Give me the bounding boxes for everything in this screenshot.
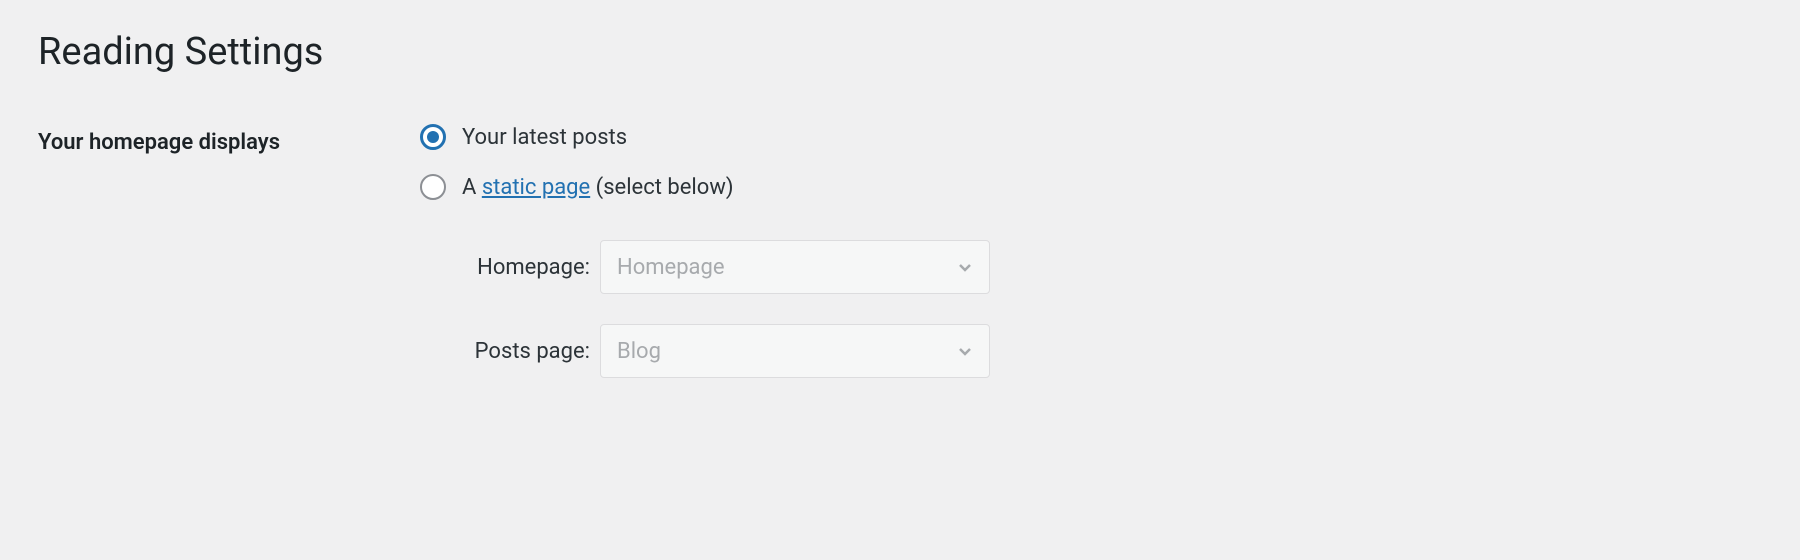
radio-button-latest-posts[interactable] bbox=[420, 124, 446, 150]
posts-page-select-row: Posts page: Blog bbox=[450, 324, 1762, 378]
posts-page-select-label: Posts page: bbox=[450, 339, 590, 364]
radio-label-static-page: A static page (select below) bbox=[462, 175, 734, 200]
homepage-select[interactable]: Homepage bbox=[600, 240, 990, 294]
homepage-select-row: Homepage: Homepage bbox=[450, 240, 1762, 294]
radio-option-static-page[interactable]: A static page (select below) bbox=[420, 174, 1762, 200]
chevron-down-icon bbox=[955, 257, 975, 277]
static-page-suffix: (select below) bbox=[590, 175, 733, 200]
homepage-select-label: Homepage: bbox=[450, 255, 590, 280]
static-page-selects: Homepage: Homepage Posts page: Blog bbox=[450, 240, 1762, 378]
static-page-prefix: A bbox=[462, 175, 482, 200]
static-page-link[interactable]: static page bbox=[482, 175, 590, 200]
homepage-displays-content: Your latest posts A static page (select … bbox=[420, 124, 1762, 408]
homepage-select-value: Homepage bbox=[617, 255, 725, 280]
page-title: Reading Settings bbox=[38, 30, 1762, 74]
posts-page-select-value: Blog bbox=[617, 339, 661, 364]
posts-page-select[interactable]: Blog bbox=[600, 324, 990, 378]
radio-label-latest-posts: Your latest posts bbox=[462, 125, 627, 150]
homepage-displays-row: Your homepage displays Your latest posts… bbox=[38, 124, 1762, 408]
chevron-down-icon bbox=[955, 341, 975, 361]
radio-option-latest-posts[interactable]: Your latest posts bbox=[420, 124, 1762, 150]
homepage-displays-label: Your homepage displays bbox=[38, 124, 420, 155]
radio-button-static-page[interactable] bbox=[420, 174, 446, 200]
